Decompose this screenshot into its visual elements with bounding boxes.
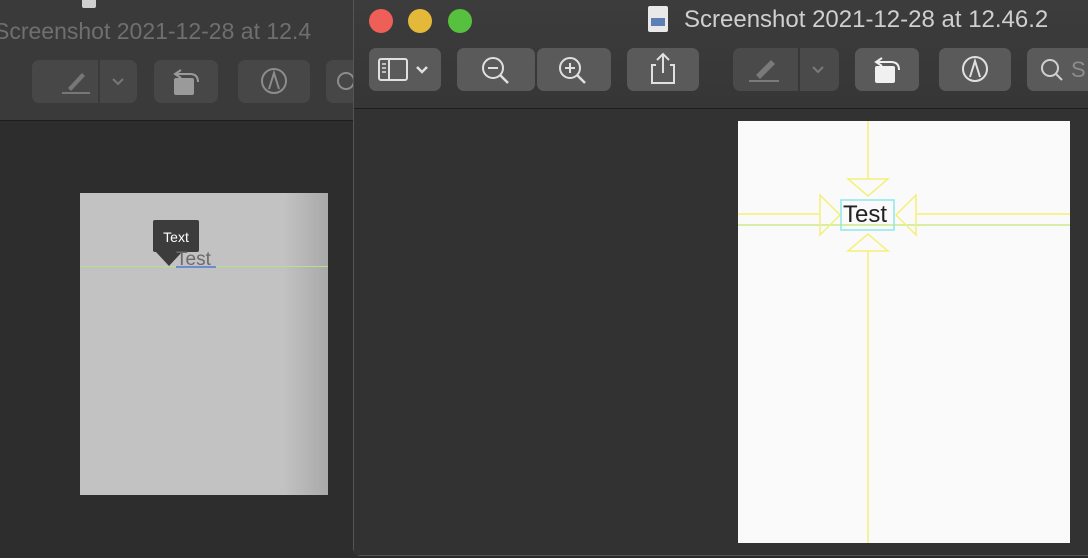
background-preview-window: Screenshot 2021-12-28 at 12.4 Text Test: [0, 0, 366, 558]
zoom-in-button[interactable]: [537, 48, 611, 91]
markup-button[interactable]: [733, 48, 839, 91]
search-icon: [1041, 59, 1063, 81]
background-document-page: [80, 193, 328, 495]
share-button[interactable]: [627, 48, 699, 91]
markup-pen-icon: [749, 48, 824, 91]
annotate-button[interactable]: [939, 48, 1011, 91]
rotate-button[interactable]: [154, 60, 218, 103]
background-window-titlebar: Screenshot 2021-12-28 at 12.4: [0, 0, 366, 121]
zoom-out-button[interactable]: [457, 48, 535, 91]
alignment-guides: [738, 121, 1070, 543]
annotate-pen-icon: [962, 56, 988, 82]
zoom-in-icon: [559, 57, 586, 84]
zoom-button[interactable]: [448, 9, 472, 33]
close-button[interactable]: [369, 9, 393, 33]
share-icon: [651, 52, 675, 84]
minimize-button[interactable]: [408, 9, 432, 33]
zoom-out-icon: [482, 57, 509, 84]
rotate-button[interactable]: [855, 48, 919, 91]
search-placeholder: S: [1071, 57, 1086, 82]
window-title: Screenshot 2021-12-28 at 12.46.2: [684, 6, 1049, 33]
text-annotation-underline: [176, 266, 216, 268]
markup-pen-icon: [62, 60, 124, 103]
window-titlebar: Screenshot 2021-12-28 at 12.46.2 S: [354, 0, 1088, 109]
text-annotation[interactable]: Test: [843, 201, 887, 229]
document-icon: [648, 6, 668, 32]
sidebar-toggle-button[interactable]: [369, 48, 441, 91]
document-icon: [82, 0, 96, 8]
search-field[interactable]: S: [1027, 48, 1088, 91]
markup-button[interactable]: [32, 60, 137, 103]
rotate-left-icon: [173, 69, 199, 95]
text-tooltip: Text: [153, 220, 199, 252]
rotate-left-icon: [874, 57, 900, 83]
document-page: [738, 121, 1070, 543]
sidebar-icon: [378, 58, 428, 81]
annotate-button[interactable]: [238, 60, 310, 103]
annotate-pen-icon: [261, 68, 287, 94]
background-window-title: Screenshot 2021-12-28 at 12.4: [0, 18, 312, 44]
